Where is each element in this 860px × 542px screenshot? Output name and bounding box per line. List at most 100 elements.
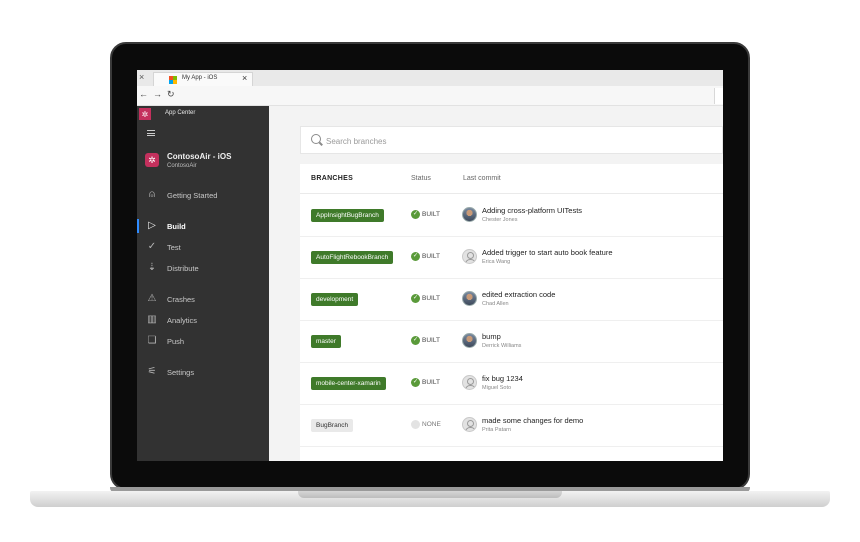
sidebar-item-settings[interactable]: ⚟ Settings [137, 365, 269, 381]
branches-table: BRANCHES Status Last commit AppInsightBu… [300, 164, 723, 461]
push-icon: ❏ [147, 335, 157, 346]
table-row[interactable]: BugBranch NONE made some changes for dem… [300, 405, 723, 447]
avatar-placeholder-icon [462, 375, 477, 390]
column-header-last-commit[interactable]: Last commit [463, 175, 501, 182]
bar-chart-icon: ▥ [147, 314, 157, 325]
table-row[interactable]: AutoFlightRebookBranch ✓ BUILT Added trig… [300, 237, 723, 279]
microsoft-logo-icon [169, 76, 177, 84]
app-org: ContosoAir [167, 163, 197, 169]
main-content: BRANCHES Status Last commit AppInsightBu… [269, 106, 723, 461]
branch-badge[interactable]: development [311, 293, 359, 306]
status-text: BUILT [422, 295, 440, 302]
refresh-icon[interactable]: ↻ [167, 89, 175, 100]
tab-close-icon[interactable]: × [242, 73, 247, 83]
column-header-status[interactable]: Status [411, 175, 431, 182]
commit-author: Erica Wang [482, 259, 511, 265]
hamburger-menu-icon[interactable] [147, 130, 155, 136]
sidebar-item-label: Settings [167, 368, 195, 377]
commit-author: Prita Patarn [482, 427, 512, 433]
avatar [462, 333, 477, 348]
commit-message: edited extraction code [482, 290, 556, 299]
sidebar-item-label: Build [167, 222, 186, 231]
commit-author: Miguel Soto [482, 385, 512, 391]
status-badge: ✓ BUILT [411, 378, 440, 390]
play-icon: ▷ [148, 220, 156, 231]
sidebar-item-label: Getting Started [167, 191, 218, 200]
commit-message: Added trigger to start auto book feature [482, 248, 613, 257]
rocket-icon: ⍝ [149, 189, 155, 200]
app-sidebar: ✲ App Center ✲ ContosoAir - iOS ContosoA… [137, 106, 269, 461]
status-text: NONE [422, 421, 441, 428]
check-circle-icon: ✓ [411, 378, 420, 387]
sidebar-item-distribute[interactable]: ⇣ Distribute [137, 261, 269, 277]
status-dot-icon [411, 420, 420, 429]
sidebar-item-crashes[interactable]: ⚠ Crashes [137, 292, 269, 308]
status-text: BUILT [422, 253, 440, 260]
sidebar-item-label: Crashes [167, 295, 195, 304]
sidebar-item-label: Analytics [167, 316, 198, 325]
sliders-icon: ⚟ [147, 366, 157, 377]
table-row[interactable]: master ✓ BUILT bump Derrick Williams [300, 321, 723, 363]
back-arrow-icon[interactable]: ← [139, 89, 148, 99]
status-badge: ✓ BUILT [411, 210, 440, 222]
check-circle-icon: ✓ [411, 252, 420, 261]
branch-badge[interactable]: BugBranch [311, 419, 354, 432]
branch-badge[interactable]: master [311, 335, 341, 348]
status-text: BUILT [422, 337, 440, 344]
commit-author: Derrick Williams [482, 343, 522, 349]
column-header-branches[interactable]: BRANCHES [311, 175, 353, 182]
table-row[interactable]: AppInsightBugBranch ✓ BUILT Adding cross-… [300, 195, 723, 237]
branch-badge[interactable]: mobile-center-xamarin [311, 377, 386, 390]
commit-author: Chester Jones [482, 217, 518, 223]
check-circle-icon: ✓ [411, 294, 420, 303]
commit-message: Adding cross-platform UITests [482, 206, 583, 215]
search-bar[interactable] [300, 126, 723, 154]
sidebar-item-build[interactable]: ▷ Build [137, 219, 269, 235]
app-name[interactable]: ContosoAir - iOS [167, 152, 231, 161]
laptop-display: × My App - iOS × ← → ↻ ✲ App Center ✲ Co… [137, 70, 723, 461]
sidebar-item-getting-started[interactable]: ⍝ Getting Started [137, 188, 269, 204]
commit-message: fix bug 1234 [482, 374, 523, 383]
sidebar-item-analytics[interactable]: ▥ Analytics [137, 313, 269, 329]
forward-arrow-icon[interactable]: → [153, 89, 162, 99]
search-icon [311, 134, 321, 144]
branch-badge[interactable]: AutoFlightRebookBranch [311, 251, 394, 264]
address-bar[interactable] [714, 88, 723, 104]
distribute-icon: ⇣ [147, 262, 157, 273]
status-badge: NONE [411, 420, 441, 432]
commit-message: made some changes for demo [482, 416, 584, 425]
active-indicator [137, 219, 139, 233]
brand-name[interactable]: App Center [165, 110, 195, 116]
status-badge: ✓ BUILT [411, 252, 440, 264]
app-center-logo-icon[interactable]: ✲ [139, 108, 151, 120]
close-icon[interactable]: × [139, 72, 144, 82]
status-badge: ✓ BUILT [411, 336, 440, 348]
check-circle-icon: ✓ [411, 210, 420, 219]
app-icon[interactable]: ✲ [145, 153, 159, 167]
sidebar-item-label: Distribute [167, 264, 199, 273]
check-circle-icon: ✓ [411, 336, 420, 345]
table-row[interactable]: mobile-center-xamarin ✓ BUILT fix bug 123… [300, 363, 723, 405]
tab-title: My App - iOS [182, 75, 218, 81]
avatar [462, 207, 477, 222]
laptop-notch [298, 491, 562, 498]
table-header: BRANCHES Status Last commit [300, 164, 723, 194]
status-badge: ✓ BUILT [411, 294, 440, 306]
table-row[interactable]: development ✓ BUILT edited extraction cod… [300, 279, 723, 321]
commit-message: bump [482, 332, 501, 341]
commit-author: Chad Allen [482, 301, 509, 307]
sidebar-item-label: Push [167, 337, 185, 346]
search-input[interactable] [326, 134, 706, 148]
status-text: BUILT [422, 379, 440, 386]
status-text: BUILT [422, 211, 440, 218]
sidebar-item-label: Test [167, 243, 181, 252]
sidebar-item-test[interactable]: ✓ Test [137, 240, 269, 256]
sidebar-item-push[interactable]: ❏ Push [137, 334, 269, 350]
browser-tab[interactable]: My App - iOS × [153, 72, 253, 86]
check-circle-icon: ✓ [147, 241, 157, 252]
branch-badge[interactable]: AppInsightBugBranch [311, 209, 384, 222]
warning-icon: ⚠ [147, 293, 157, 304]
avatar [462, 291, 477, 306]
avatar-placeholder-icon [462, 417, 477, 432]
browser-nav-bar: ← → ↻ [137, 86, 723, 106]
